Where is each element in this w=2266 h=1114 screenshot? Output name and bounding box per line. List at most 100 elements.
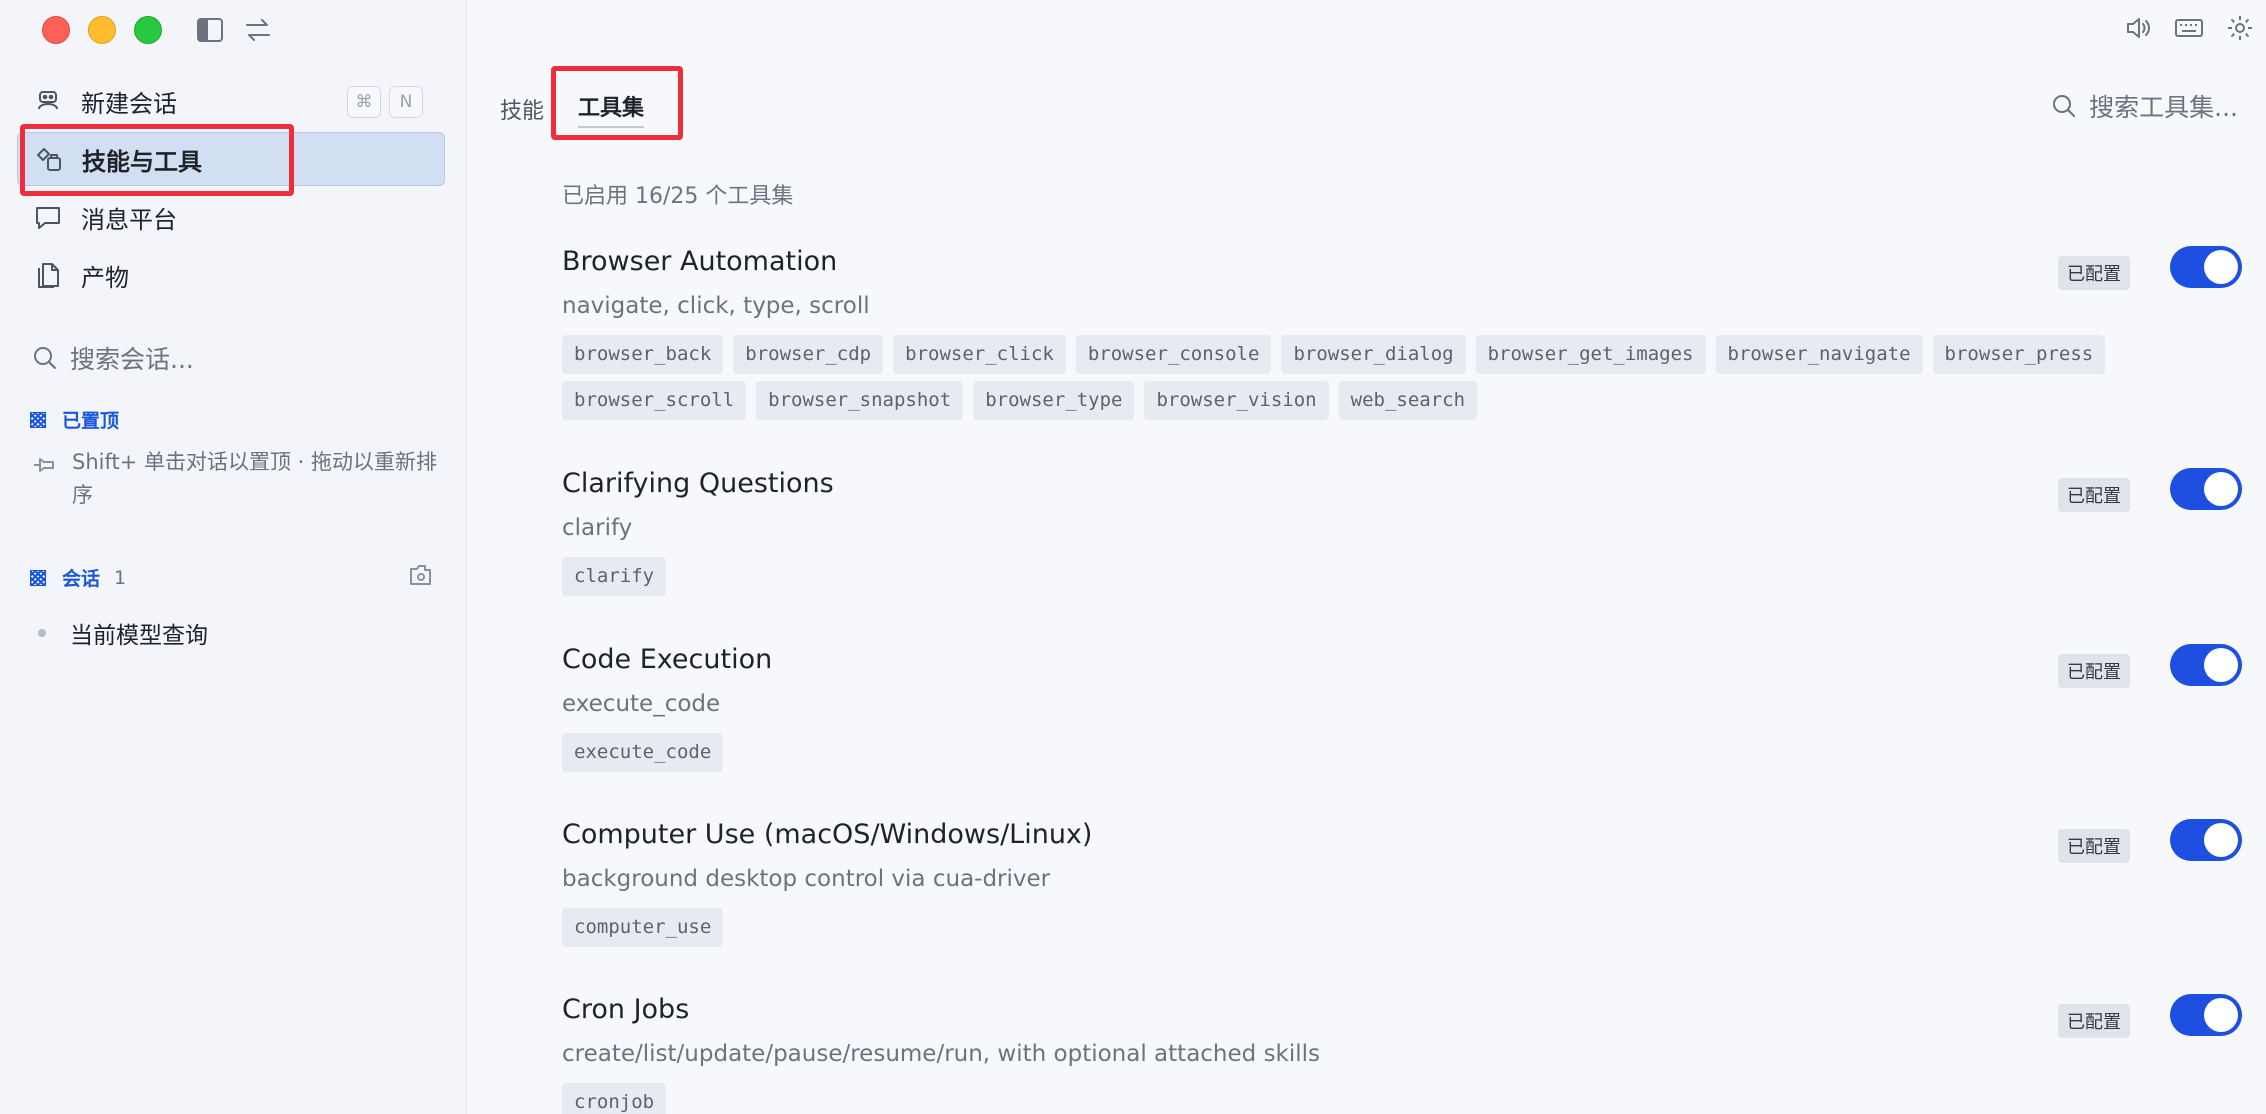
- shortcut-cmd-key: ⌘: [347, 86, 381, 118]
- robot-icon: [33, 86, 63, 116]
- pin-hint-text: Shift+ 单击对话以置顶 · 拖动以重新排序: [72, 450, 438, 507]
- tool-chip: web_search: [1338, 381, 1478, 420]
- toolset-description: background desktop control via cua-drive…: [562, 866, 1051, 892]
- keyboard-icon[interactable]: [2174, 14, 2204, 46]
- toolset-title: Computer Use (macOS/Windows/Linux): [562, 819, 1093, 850]
- speaker-icon[interactable]: [2124, 14, 2152, 46]
- tab-skills[interactable]: 技能: [500, 93, 544, 125]
- toolset-row: Computer Use (macOS/Windows/Linux) backgr…: [562, 819, 2242, 947]
- tool-chip: computer_use: [562, 908, 724, 947]
- tool-chip-list: cronjob: [562, 1083, 2202, 1114]
- nav-messaging-platforms[interactable]: 消息平台: [17, 190, 445, 244]
- configured-badge: 已配置: [2058, 654, 2130, 688]
- tool-chip-list: browser_back browser_cdp browser_click brow…: [562, 335, 2202, 420]
- toolset-toggle[interactable]: [2170, 468, 2242, 510]
- nav-label: 技能与工具: [82, 147, 202, 176]
- toolset-toggle[interactable]: [2170, 994, 2242, 1036]
- toolset-search-input[interactable]: 搜索工具集...: [2051, 88, 2238, 124]
- sidebar: 新建会话 ⌘ N 技能与工具 消息平台 产物 搜索会话... 已置顶 Shift…: [0, 0, 467, 1114]
- search-icon: [34, 347, 56, 369]
- tool-chip: browser_cdp: [733, 335, 884, 374]
- gear-icon[interactable]: [2226, 14, 2254, 46]
- tool-chip: browser_press: [1932, 335, 2106, 374]
- conversation-bullet: [38, 629, 46, 637]
- nav-new-conversation[interactable]: 新建会话 ⌘ N: [17, 74, 445, 128]
- configured-badge: 已配置: [2058, 256, 2130, 290]
- conversations-title: 会话: [62, 568, 101, 590]
- tool-chip: browser_get_images: [1475, 335, 1706, 374]
- main-panel: 技能 工具集 搜索工具集... 已启用 16/25 个工具集 Browser A…: [468, 0, 2266, 1114]
- toggle-knob: [2204, 998, 2238, 1032]
- toolset-title: Clarifying Questions: [562, 468, 834, 499]
- toolset-toggle[interactable]: [2170, 819, 2242, 861]
- search-placeholder: 搜索会话...: [70, 345, 194, 374]
- window-toolbar: [2124, 14, 2254, 46]
- section-grid-icon: [30, 411, 46, 428]
- configured-badge: 已配置: [2058, 829, 2130, 863]
- tool-chip: browser_type: [973, 381, 1135, 420]
- tool-chip: cronjob: [562, 1083, 667, 1114]
- chat-bubble-icon: [33, 202, 63, 232]
- swap-arrows-icon[interactable]: [244, 16, 274, 46]
- tool-chip: browser_vision: [1144, 381, 1329, 420]
- pinned-section-header: 已置顶: [30, 406, 119, 433]
- toolset-toggle[interactable]: [2170, 644, 2242, 686]
- toggle-knob: [2204, 250, 2238, 284]
- nav-label: 产物: [81, 263, 129, 292]
- toolset-description: clarify: [562, 515, 633, 541]
- document-icon: [33, 260, 63, 290]
- toolset-title: Cron Jobs: [562, 994, 690, 1025]
- toggle-knob: [2204, 648, 2238, 682]
- nav-label: 新建会话: [81, 89, 177, 118]
- tool-chip: browser_dialog: [1281, 335, 1466, 374]
- sidebar-toggle-icon[interactable]: [196, 16, 226, 46]
- tool-chip: browser_scroll: [562, 381, 747, 420]
- section-grid-icon: [30, 569, 46, 586]
- toggle-knob: [2204, 823, 2238, 857]
- toolset-title: Code Execution: [562, 644, 773, 675]
- conversation-title: 当前模型查询: [70, 623, 208, 649]
- pinned-title: 已置顶: [62, 410, 120, 432]
- toolset-description: execute_code: [562, 691, 721, 717]
- tool-chip: browser_navigate: [1715, 335, 1923, 374]
- tool-chip-list: clarify: [562, 557, 2202, 596]
- tools-icon: [34, 144, 64, 174]
- tool-chip: browser_snapshot: [756, 381, 964, 420]
- tool-chip-list: computer_use: [562, 908, 2202, 947]
- toolset-description: navigate, click, type, scroll: [562, 293, 870, 319]
- search-icon: [2053, 95, 2076, 117]
- tab-bar: 技能 工具集: [500, 90, 678, 128]
- tool-chip: execute_code: [562, 733, 724, 772]
- toolset-toggle[interactable]: [2170, 246, 2242, 288]
- tool-chip: clarify: [562, 557, 667, 596]
- shortcut-n-key: N: [389, 86, 423, 118]
- toolset-row: Browser Automation navigate, click, type,…: [562, 246, 2242, 420]
- enabled-summary: 已启用 16/25 个工具集: [562, 184, 794, 209]
- configured-badge: 已配置: [2058, 478, 2130, 512]
- toolset-title: Browser Automation: [562, 246, 838, 277]
- conversation-search-input[interactable]: 搜索会话...: [32, 340, 194, 376]
- toggle-knob: [2204, 472, 2238, 506]
- nav-artifacts[interactable]: 产物: [17, 248, 445, 302]
- conversation-item[interactable]: 当前模型查询: [38, 616, 208, 650]
- pin-icon: [32, 452, 58, 512]
- close-window-button[interactable]: [42, 16, 70, 44]
- tool-chip: browser_back: [562, 335, 724, 374]
- search-placeholder: 搜索工具集...: [2089, 93, 2238, 122]
- camera-folder-icon[interactable]: [408, 562, 434, 592]
- conversations-section-header: 会话 1: [30, 564, 126, 591]
- nav-skills-and-tools[interactable]: 技能与工具: [17, 132, 445, 186]
- minimize-window-button[interactable]: [88, 16, 116, 44]
- toolset-description: create/list/update/pause/resume/run, wit…: [562, 1041, 1321, 1067]
- tool-chip: browser_click: [893, 335, 1066, 374]
- toolset-row: Cron Jobs create/list/update/pause/resume…: [562, 994, 2242, 1114]
- pin-hint: Shift+ 单击对话以置顶 · 拖动以重新排序: [32, 446, 452, 512]
- tab-toolsets[interactable]: 工具集: [578, 90, 645, 128]
- tool-chip-list: execute_code: [562, 733, 2202, 772]
- nav-label: 消息平台: [81, 205, 177, 234]
- window-controls: [42, 16, 162, 44]
- configured-badge: 已配置: [2058, 1004, 2130, 1038]
- toolset-row: Clarifying Questions clarify clarify 已配置: [562, 468, 2242, 596]
- maximize-window-button[interactable]: [134, 16, 162, 44]
- tool-chip: browser_console: [1075, 335, 1272, 374]
